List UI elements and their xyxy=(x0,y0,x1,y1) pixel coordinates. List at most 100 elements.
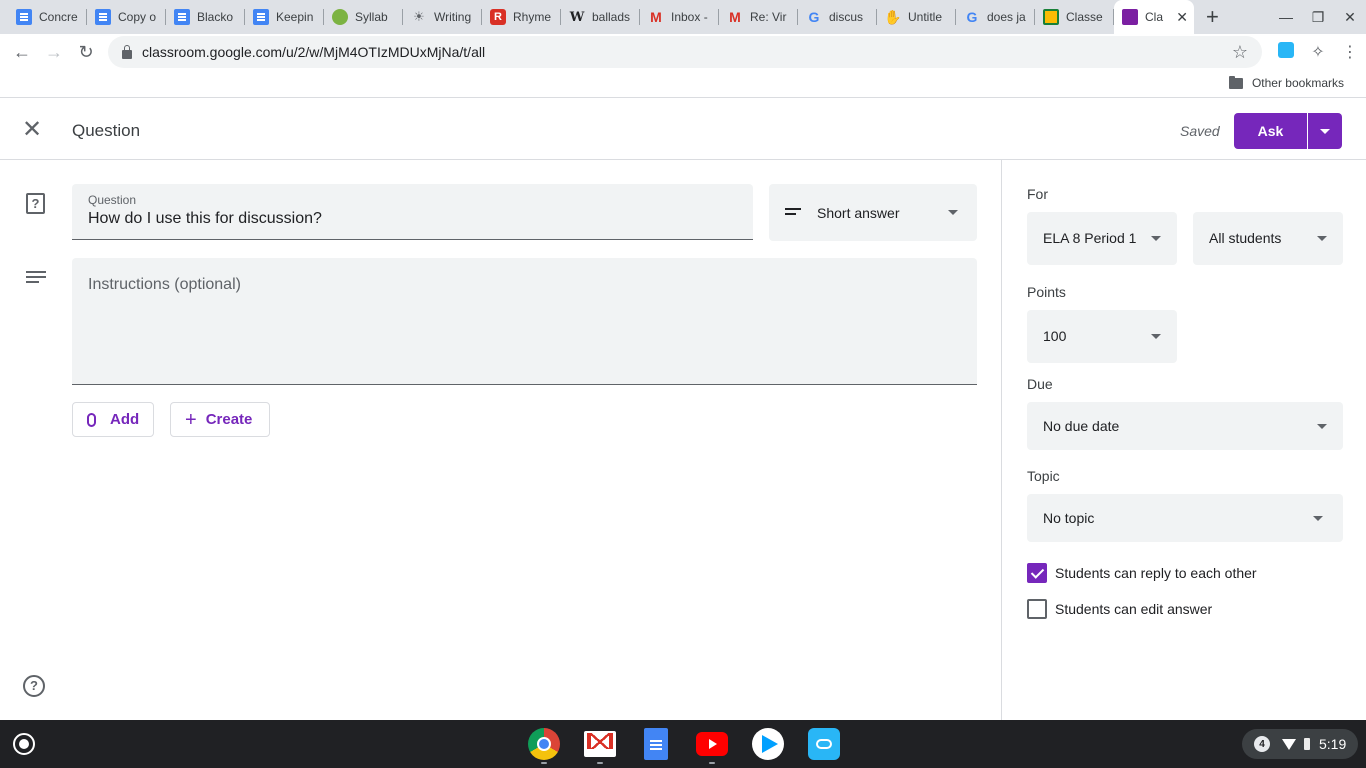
question-input[interactable]: How do I use this for discussion? xyxy=(88,210,322,228)
browser-tab[interactable]: M Re: Vir xyxy=(719,0,798,34)
running-indicator xyxy=(597,762,603,764)
restore-icon[interactable]: ❐ xyxy=(1302,9,1334,26)
tab-title: Syllab xyxy=(355,10,388,24)
hand-icon: ✋ xyxy=(884,8,902,25)
tab-title: Inbox - xyxy=(671,10,708,24)
short-answer-icon xyxy=(785,208,801,216)
browser-menu-icon[interactable]: ⋮ xyxy=(1334,42,1366,62)
question-field-label: Question xyxy=(88,193,137,207)
browser-tab[interactable]: ☀ Writing xyxy=(403,0,482,34)
question-type-value: Short answer xyxy=(817,205,900,221)
chevron-down-icon xyxy=(1313,516,1323,521)
lightbulb-icon: ☀ xyxy=(413,9,425,24)
browser-tab[interactable]: R Rhyme xyxy=(482,0,561,34)
add-attachment-button[interactable]: Add xyxy=(72,402,154,437)
browser-tab[interactable]: Syllab xyxy=(324,0,403,34)
tab-list: Concre Copy o Blacko Keepin Syllab ☀ Writing R R… xyxy=(0,0,1219,34)
ask-button[interactable]: Ask xyxy=(1234,113,1307,149)
due-select[interactable]: No due date xyxy=(1027,402,1343,450)
plus-icon: + xyxy=(185,408,197,431)
tab-title: Blacko xyxy=(197,10,234,24)
page-title: Question xyxy=(72,121,141,140)
gmail-icon[interactable] xyxy=(584,731,616,757)
minimize-icon[interactable]: — xyxy=(1270,9,1302,25)
chrome-icon[interactable] xyxy=(528,728,560,760)
gmail-icon: M xyxy=(650,9,662,25)
app-header: ✕ Question Saved Ask xyxy=(0,102,1366,160)
running-indicator xyxy=(709,762,715,764)
tab-title: Concre xyxy=(39,10,78,24)
battery-icon xyxy=(1304,738,1310,750)
docs-icon xyxy=(174,9,190,25)
due-value: No due date xyxy=(1043,418,1120,434)
browser-tab[interactable]: Cla ✕ xyxy=(1114,0,1194,34)
launcher-icon[interactable] xyxy=(13,733,35,755)
students-select[interactable]: All students xyxy=(1193,212,1343,265)
tab-title: Re: Vir xyxy=(750,10,787,24)
close-icon[interactable]: ✕ xyxy=(20,118,44,142)
instructions-field[interactable]: Instructions (optional) xyxy=(72,258,977,385)
cloud-extension-icon[interactable] xyxy=(1270,41,1302,63)
forward-icon[interactable]: → xyxy=(38,42,70,63)
reload-icon[interactable]: ↻ xyxy=(70,42,102,63)
other-bookmarks[interactable]: Other bookmarks xyxy=(1228,75,1344,90)
running-indicator xyxy=(541,762,547,764)
address-bar[interactable]: classroom.google.com/u/2/w/MjM4OTIzMDUxM… xyxy=(108,36,1262,68)
reply-option[interactable]: Students can reply to each other xyxy=(1027,563,1257,583)
add-label: Add xyxy=(110,411,140,428)
saved-status: Saved xyxy=(1180,123,1220,139)
bookmarks-bar: Other bookmarks xyxy=(0,70,1366,98)
chevron-down-icon xyxy=(1317,236,1327,241)
tab-title: Copy o xyxy=(118,10,157,24)
chevron-down-icon xyxy=(1317,424,1327,429)
points-select[interactable]: 100 xyxy=(1027,310,1177,363)
chevron-down-icon xyxy=(1151,236,1161,241)
status-tray[interactable]: 4 5:19 xyxy=(1242,729,1358,759)
youtube-icon[interactable] xyxy=(696,732,728,756)
browser-toolbar: ← → ↻ classroom.google.com/u/2/w/MjM4OTI… xyxy=(0,34,1366,70)
browser-tab[interactable]: M Inbox - xyxy=(640,0,719,34)
new-tab-button[interactable]: + xyxy=(1206,0,1219,34)
folder-icon xyxy=(1228,75,1243,89)
close-window-icon[interactable]: ✕ xyxy=(1334,9,1366,26)
classroom-icon xyxy=(1043,9,1059,25)
wikipedia-icon: W xyxy=(569,9,585,25)
question-type-select[interactable]: Short answer xyxy=(769,184,977,241)
edit-checkbox[interactable] xyxy=(1027,599,1047,619)
paperclip-icon xyxy=(87,412,96,427)
question-icon: ? xyxy=(26,193,45,214)
edit-option[interactable]: Students can edit answer xyxy=(1027,599,1212,619)
class-select[interactable]: ELA 8 Period 1 xyxy=(1027,212,1177,265)
ask-dropdown-button[interactable] xyxy=(1308,113,1342,149)
browser-tab[interactable]: Keepin xyxy=(245,0,324,34)
chevron-down-icon xyxy=(1320,128,1330,134)
reply-checkbox[interactable] xyxy=(1027,563,1047,583)
browser-tab[interactable]: Copy o xyxy=(87,0,166,34)
extensions-puzzle-icon[interactable]: ✧ xyxy=(1302,42,1334,62)
docs-icon xyxy=(95,9,111,25)
docs-icon[interactable] xyxy=(644,728,668,760)
back-icon[interactable]: ← xyxy=(6,42,38,63)
browser-tab[interactable]: Concre xyxy=(8,0,87,34)
bookmark-star-icon[interactable]: ☆ xyxy=(1232,42,1248,63)
lock-icon xyxy=(122,44,132,59)
browser-tab[interactable]: Blacko xyxy=(166,0,245,34)
create-button[interactable]: + Create xyxy=(170,402,270,437)
help-icon[interactable]: ? xyxy=(23,675,45,697)
browser-tab[interactable]: Wballads xyxy=(561,0,640,34)
tab-title: Rhyme xyxy=(513,10,552,24)
tab-title: ballads xyxy=(592,10,631,24)
tab-title: Keepin xyxy=(276,10,314,24)
question-field[interactable]: Question How do I use this for discussio… xyxy=(72,184,753,240)
browser-tab[interactable]: Gdiscus xyxy=(798,0,877,34)
tab-close-icon[interactable]: ✕ xyxy=(1176,9,1188,26)
topic-select[interactable]: No topic xyxy=(1027,494,1343,542)
browser-tab[interactable]: Gdoes ja xyxy=(956,0,1035,34)
cloud-icon[interactable] xyxy=(808,728,840,760)
extensions-area: ✧ ⋮ xyxy=(1270,34,1366,70)
browser-tab[interactable]: ✋ Untitle xyxy=(877,0,956,34)
notification-count: 4 xyxy=(1254,736,1270,752)
points-value: 100 xyxy=(1043,328,1067,344)
browser-tab[interactable]: Classe xyxy=(1035,0,1114,34)
play-store-icon[interactable] xyxy=(752,728,784,760)
